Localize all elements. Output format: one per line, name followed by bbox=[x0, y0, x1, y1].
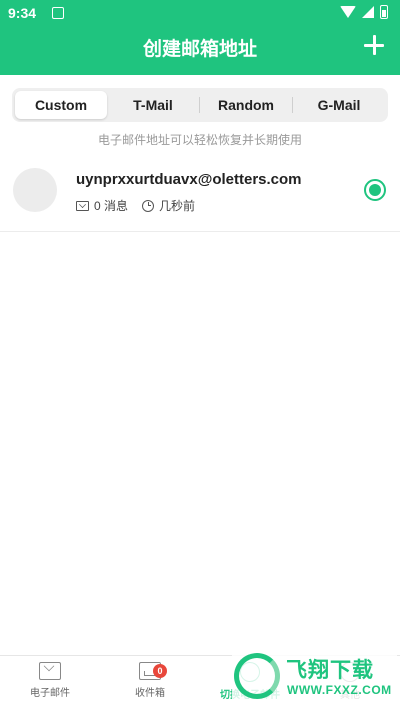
page-title: 创建邮箱地址 bbox=[142, 39, 257, 60]
watermark-url: WWW.FXXZ.COM bbox=[287, 683, 392, 697]
app-header: 9:34 创建邮箱地址 bbox=[0, 0, 400, 75]
add-icon[interactable] bbox=[362, 33, 386, 57]
mail-icon bbox=[39, 662, 61, 680]
tab-t-mail[interactable]: T-Mail bbox=[107, 91, 199, 119]
nav-label: 电子邮件 bbox=[30, 688, 70, 699]
email-address: uynprxxurtduavx@oletters.com bbox=[76, 171, 302, 188]
notification-app-icon bbox=[52, 7, 64, 19]
clock-icon bbox=[142, 199, 155, 212]
nav-item-email[interactable]: 电子邮件 bbox=[0, 656, 100, 710]
battery-icon bbox=[380, 5, 388, 19]
select-radio[interactable] bbox=[364, 179, 386, 201]
message-count: 0 消息 bbox=[94, 199, 129, 213]
nav-item-inbox[interactable]: 0 收件箱 bbox=[100, 656, 200, 710]
avatar bbox=[13, 168, 57, 212]
watermark-title: 飞翔下载 bbox=[286, 659, 374, 682]
watermark-logo-icon bbox=[234, 653, 280, 699]
tab-custom[interactable]: Custom bbox=[15, 91, 107, 119]
tab-g-mail[interactable]: G-Mail bbox=[293, 91, 385, 119]
status-bar: 9:34 bbox=[0, 0, 400, 26]
inbox-badge: 0 bbox=[153, 664, 167, 678]
envelope-icon bbox=[76, 200, 89, 211]
email-meta: 0 消息 几秒前 bbox=[76, 197, 195, 214]
status-time: 9:34 bbox=[8, 5, 37, 21]
nav-label: 收件箱 bbox=[135, 688, 165, 699]
tab-random[interactable]: Random bbox=[200, 91, 292, 119]
provider-tabs: Custom T-Mail Random G-Mail bbox=[12, 88, 388, 122]
status-icons bbox=[340, 5, 388, 19]
watermark: 飞翔下载 WWW.FXXZ.COM bbox=[232, 650, 397, 708]
tab-hint-text: 电子邮件地址可以轻松恢复并长期使用 bbox=[97, 133, 302, 147]
email-list-item[interactable]: uynprxxurtduavx@oletters.com 0 消息 几秒前 bbox=[0, 160, 400, 232]
signal-icon bbox=[362, 6, 374, 18]
created-time: 几秒前 bbox=[159, 199, 196, 213]
wifi-icon bbox=[340, 6, 356, 18]
